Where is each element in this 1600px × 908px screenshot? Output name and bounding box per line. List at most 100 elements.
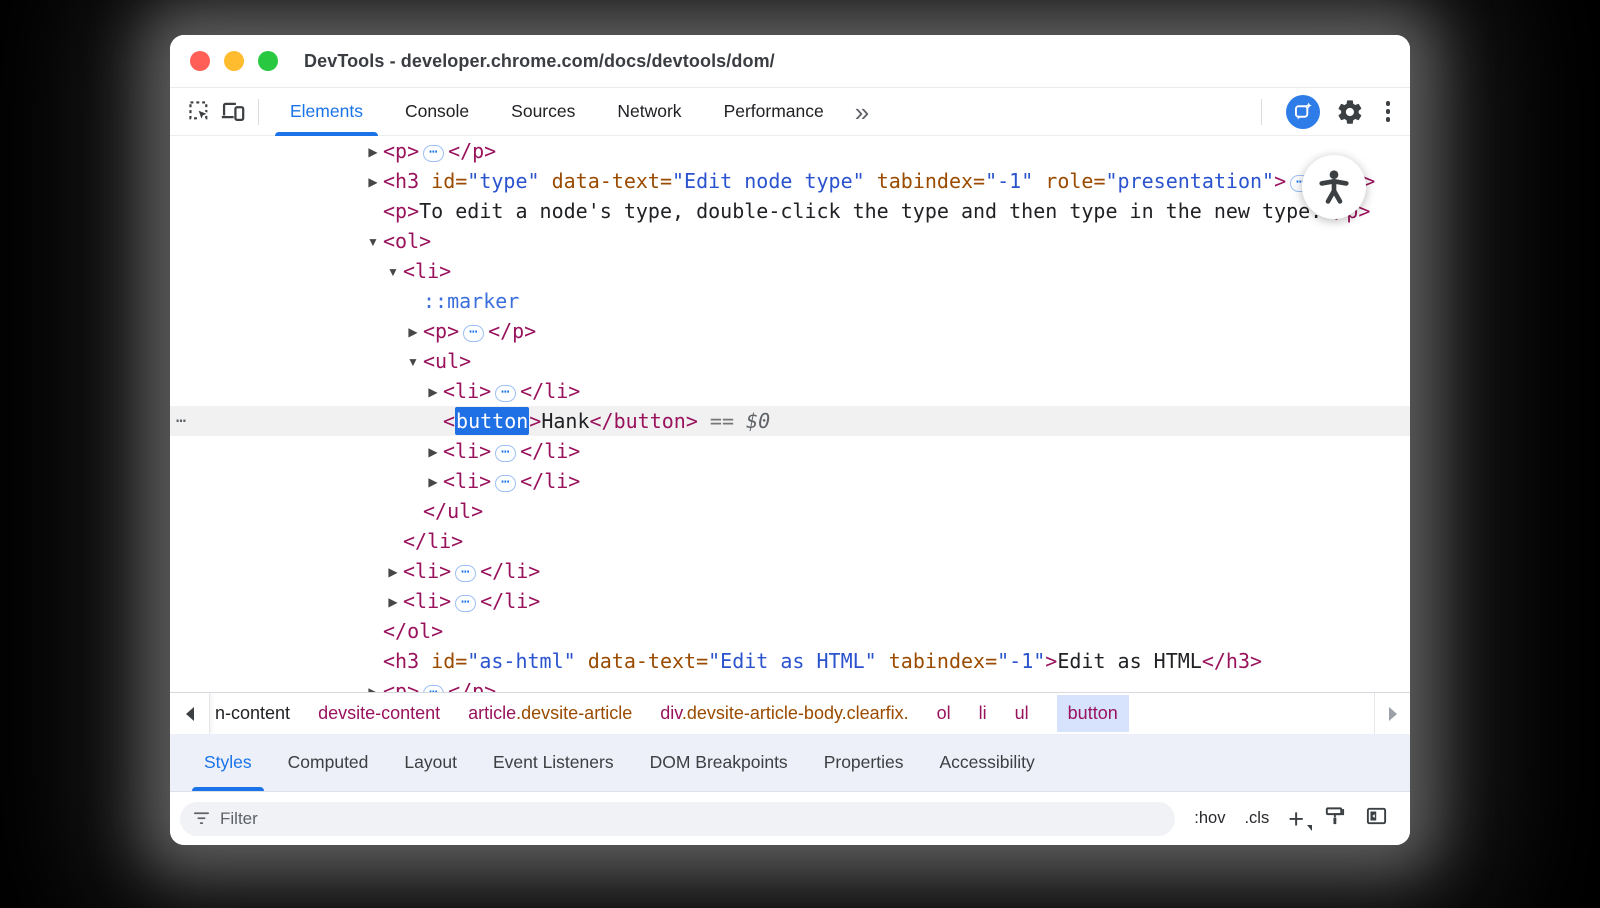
toggle-sidebar-icon[interactable]	[1365, 805, 1388, 833]
plus-icon: +	[1288, 809, 1304, 829]
dom-tree-row[interactable]: ▼<li>	[170, 256, 1410, 286]
expand-arrow-down-icon[interactable]: ▼	[365, 227, 381, 257]
expand-arrow-right-icon[interactable]: ▶	[405, 317, 421, 347]
dom-tree-row[interactable]: ▶<li>⋯</li>	[170, 436, 1410, 466]
tab-network[interactable]: Network	[596, 88, 702, 136]
dom-tree-row[interactable]: ▶<li>⋯</li>	[170, 556, 1410, 586]
code-token: <li>	[403, 559, 451, 583]
code-token: button	[455, 407, 529, 435]
panel-tab-dom-breakpoints[interactable]: DOM Breakpoints	[632, 734, 806, 791]
devtools-tabs: ElementsConsoleSourcesNetworkPerformance	[269, 88, 845, 136]
panel-tab-accessibility[interactable]: Accessibility	[921, 734, 1052, 791]
panel-tab-styles[interactable]: Styles	[186, 734, 270, 791]
window-title: DevTools - developer.chrome.com/docs/dev…	[304, 51, 775, 72]
code-token: </li>	[480, 589, 540, 613]
panel-tab-layout[interactable]: Layout	[386, 734, 475, 791]
collapsed-children-ellipsis-button[interactable]: ⋯	[423, 685, 444, 692]
tab-elements[interactable]: Elements	[269, 88, 384, 136]
more-tabs-chevron-icon[interactable]: »	[845, 90, 879, 134]
collapsed-children-ellipsis-button[interactable]: ⋯	[495, 475, 516, 492]
expand-arrow-right-icon[interactable]: ▶	[425, 377, 441, 407]
expand-arrow-right-icon[interactable]: ▶	[385, 587, 401, 617]
dom-tree-row[interactable]: </ul>	[170, 496, 1410, 526]
code-token: <p>	[423, 319, 459, 343]
settings-gear-icon[interactable]	[1334, 96, 1366, 128]
styles-filter-field[interactable]	[180, 802, 1175, 836]
breadcrumb-scroll-left-button[interactable]	[170, 693, 210, 734]
collapsed-children-ellipsis-button[interactable]: ⋯	[423, 145, 444, 162]
tab-console[interactable]: Console	[384, 88, 490, 136]
dom-tree-row[interactable]: ▼<ol>	[170, 226, 1410, 256]
breadcrumb-item[interactable]: div.devsite-article-body.clearfix.	[660, 703, 908, 724]
panel-tab-properties[interactable]: Properties	[806, 734, 922, 791]
breadcrumb: n-content devsite-content article.devsite-…	[210, 695, 1129, 732]
breadcrumb-scroll-right-button[interactable]	[1374, 693, 1410, 734]
code-token: </h3>	[1202, 649, 1262, 673]
breadcrumb-item[interactable]: button	[1057, 695, 1129, 732]
collapsed-children-ellipsis-button[interactable]: ⋯	[495, 385, 516, 402]
maximize-window-icon[interactable]	[258, 51, 278, 71]
collapsed-children-ellipsis-button[interactable]: ⋯	[463, 325, 484, 342]
code-token: </p>	[448, 139, 496, 163]
new-style-rule-button[interactable]: +	[1288, 809, 1304, 829]
rendering-emulation-icon[interactable]	[1323, 805, 1346, 833]
code-token: Edit as HTML	[1057, 649, 1202, 673]
inspect-element-icon[interactable]	[184, 96, 216, 128]
breadcrumb-item[interactable]: li	[979, 703, 987, 724]
breadcrumb-item[interactable]: devsite-content	[318, 703, 440, 724]
breadcrumb-item[interactable]: ol	[937, 703, 951, 724]
accessibility-person-icon[interactable]	[1302, 155, 1366, 219]
dom-tree-row[interactable]: </li>	[170, 526, 1410, 556]
expand-arrow-down-icon[interactable]: ▼	[385, 257, 401, 287]
expand-arrow-right-icon[interactable]: ▶	[425, 467, 441, 497]
code-token: </button>	[590, 409, 698, 433]
breadcrumb-item[interactable]: n-content	[215, 703, 290, 724]
dom-tree-row[interactable]: ▶<p>⋯</p>	[170, 676, 1410, 692]
dom-tree-row[interactable]: <p>To edit a node's type, double-click t…	[170, 196, 1410, 226]
tab-performance[interactable]: Performance	[703, 88, 845, 136]
dom-tree-row[interactable]: ▶<p>⋯</p>	[170, 316, 1410, 346]
expand-arrow-right-icon[interactable]: ▶	[385, 557, 401, 587]
filter-funnel-icon	[192, 809, 211, 828]
traffic-lights	[190, 51, 278, 71]
dom-tree-row[interactable]: ▼<ul>	[170, 346, 1410, 376]
code-token: >	[1274, 169, 1286, 193]
code-token: >	[1045, 649, 1057, 673]
expand-arrow-right-icon[interactable]: ▶	[365, 677, 381, 692]
expand-arrow-down-icon[interactable]: ▼	[405, 347, 421, 377]
more-options-kebab-icon[interactable]	[1380, 101, 1397, 122]
dom-tree-row[interactable]: ▶<p>⋯</p>	[170, 136, 1410, 166]
styles-filter-input[interactable]	[220, 809, 1163, 829]
dom-tree-row[interactable]: ▶<li>⋯</li>	[170, 466, 1410, 496]
collapsed-children-ellipsis-button[interactable]: ⋯	[455, 595, 476, 612]
expand-arrow-right-icon[interactable]: ▶	[365, 167, 381, 197]
collapsed-children-ellipsis-button[interactable]: ⋯	[495, 445, 516, 462]
code-token: ==	[698, 409, 746, 433]
panel-tab-event-listeners[interactable]: Event Listeners	[475, 734, 632, 791]
tab-sources[interactable]: Sources	[490, 88, 596, 136]
breadcrumb-item[interactable]: article.devsite-article	[468, 703, 632, 724]
dom-tree-row[interactable]: ⋯<button>Hank</button> == $0	[170, 406, 1410, 436]
panel-tab-computed[interactable]: Computed	[270, 734, 387, 791]
code-token: </p>	[488, 319, 536, 343]
toggle-device-toolbar-icon[interactable]	[216, 96, 248, 128]
dom-tree-row[interactable]: ::marker	[170, 286, 1410, 316]
dom-tree-row[interactable]: ▶<h3 id="type" data-text="Edit node type…	[170, 166, 1410, 196]
minimize-window-icon[interactable]	[224, 51, 244, 71]
code-token: <li>	[403, 259, 451, 283]
toggle-element-state-button[interactable]: :hov	[1194, 809, 1225, 828]
expand-arrow-right-icon[interactable]: ▶	[365, 137, 381, 167]
dom-tree-row[interactable]: </ol>	[170, 616, 1410, 646]
element-classes-button[interactable]: .cls	[1244, 809, 1269, 828]
dom-tree-row[interactable]: <h3 id="as-html" data-text="Edit as HTML…	[170, 646, 1410, 676]
dom-tree-row[interactable]: ▶<li>⋯</li>	[170, 586, 1410, 616]
code-token: >	[529, 409, 541, 433]
close-window-icon[interactable]	[190, 51, 210, 71]
row-more-actions-icon[interactable]: ⋯	[176, 406, 187, 436]
code-token: </li>	[520, 379, 580, 403]
breadcrumb-item[interactable]: ul	[1015, 703, 1029, 724]
collapsed-children-ellipsis-button[interactable]: ⋯	[455, 565, 476, 582]
ai-assistance-icon[interactable]	[1286, 95, 1320, 129]
dom-tree-row[interactable]: ▶<li>⋯</li>	[170, 376, 1410, 406]
expand-arrow-right-icon[interactable]: ▶	[425, 437, 441, 467]
